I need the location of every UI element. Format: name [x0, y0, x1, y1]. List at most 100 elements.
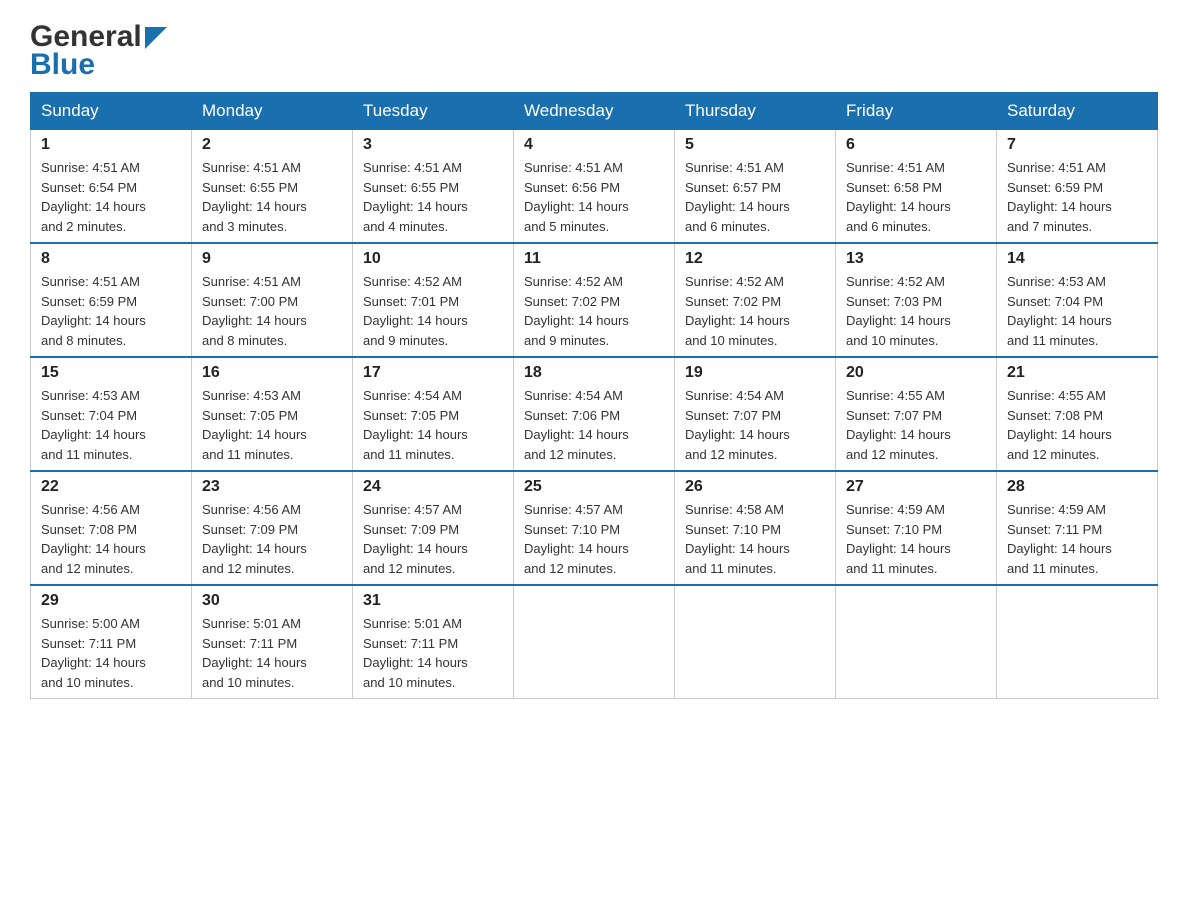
day-info: Sunrise: 4:51 AM Sunset: 6:59 PM Dayligh… — [1007, 158, 1147, 236]
calendar-cell: 13 Sunrise: 4:52 AM Sunset: 7:03 PM Dayl… — [836, 243, 997, 357]
calendar-cell: 25 Sunrise: 4:57 AM Sunset: 7:10 PM Dayl… — [514, 471, 675, 585]
calendar-week-row: 1 Sunrise: 4:51 AM Sunset: 6:54 PM Dayli… — [31, 130, 1158, 244]
calendar-cell: 15 Sunrise: 4:53 AM Sunset: 7:04 PM Dayl… — [31, 357, 192, 471]
weekday-header-thursday: Thursday — [675, 93, 836, 130]
calendar-header-row: SundayMondayTuesdayWednesdayThursdayFrid… — [31, 93, 1158, 130]
calendar-cell — [836, 585, 997, 699]
day-info: Sunrise: 4:51 AM Sunset: 7:00 PM Dayligh… — [202, 272, 342, 350]
day-number: 2 — [202, 136, 342, 154]
day-info: Sunrise: 4:51 AM Sunset: 6:59 PM Dayligh… — [41, 272, 181, 350]
calendar-cell: 14 Sunrise: 4:53 AM Sunset: 7:04 PM Dayl… — [997, 243, 1158, 357]
day-info: Sunrise: 4:53 AM Sunset: 7:04 PM Dayligh… — [41, 386, 181, 464]
calendar-cell: 10 Sunrise: 4:52 AM Sunset: 7:01 PM Dayl… — [353, 243, 514, 357]
day-number: 8 — [41, 250, 181, 268]
calendar-table: SundayMondayTuesdayWednesdayThursdayFrid… — [30, 92, 1158, 699]
day-number: 28 — [1007, 478, 1147, 496]
calendar-cell: 4 Sunrise: 4:51 AM Sunset: 6:56 PM Dayli… — [514, 130, 675, 244]
calendar-cell — [997, 585, 1158, 699]
day-number: 27 — [846, 478, 986, 496]
day-info: Sunrise: 4:52 AM Sunset: 7:03 PM Dayligh… — [846, 272, 986, 350]
day-number: 6 — [846, 136, 986, 154]
day-info: Sunrise: 4:55 AM Sunset: 7:07 PM Dayligh… — [846, 386, 986, 464]
calendar-cell: 19 Sunrise: 4:54 AM Sunset: 7:07 PM Dayl… — [675, 357, 836, 471]
calendar-cell: 23 Sunrise: 4:56 AM Sunset: 7:09 PM Dayl… — [192, 471, 353, 585]
weekday-header-saturday: Saturday — [997, 93, 1158, 130]
calendar-cell: 2 Sunrise: 4:51 AM Sunset: 6:55 PM Dayli… — [192, 130, 353, 244]
day-info: Sunrise: 4:51 AM Sunset: 6:55 PM Dayligh… — [202, 158, 342, 236]
day-info: Sunrise: 4:56 AM Sunset: 7:09 PM Dayligh… — [202, 500, 342, 578]
logo-triangle-icon — [145, 27, 167, 49]
day-number: 21 — [1007, 364, 1147, 382]
day-info: Sunrise: 4:54 AM Sunset: 7:06 PM Dayligh… — [524, 386, 664, 464]
calendar-week-row: 8 Sunrise: 4:51 AM Sunset: 6:59 PM Dayli… — [31, 243, 1158, 357]
calendar-cell: 29 Sunrise: 5:00 AM Sunset: 7:11 PM Dayl… — [31, 585, 192, 699]
day-number: 16 — [202, 364, 342, 382]
calendar-cell: 12 Sunrise: 4:52 AM Sunset: 7:02 PM Dayl… — [675, 243, 836, 357]
day-info: Sunrise: 4:56 AM Sunset: 7:08 PM Dayligh… — [41, 500, 181, 578]
calendar-cell: 20 Sunrise: 4:55 AM Sunset: 7:07 PM Dayl… — [836, 357, 997, 471]
calendar-week-row: 29 Sunrise: 5:00 AM Sunset: 7:11 PM Dayl… — [31, 585, 1158, 699]
day-number: 20 — [846, 364, 986, 382]
calendar-cell: 9 Sunrise: 4:51 AM Sunset: 7:00 PM Dayli… — [192, 243, 353, 357]
day-info: Sunrise: 4:53 AM Sunset: 7:05 PM Dayligh… — [202, 386, 342, 464]
day-info: Sunrise: 4:57 AM Sunset: 7:09 PM Dayligh… — [363, 500, 503, 578]
day-number: 29 — [41, 592, 181, 610]
day-number: 23 — [202, 478, 342, 496]
day-number: 14 — [1007, 250, 1147, 268]
day-number: 19 — [685, 364, 825, 382]
day-number: 5 — [685, 136, 825, 154]
day-info: Sunrise: 4:52 AM Sunset: 7:02 PM Dayligh… — [685, 272, 825, 350]
calendar-cell — [675, 585, 836, 699]
calendar-cell: 6 Sunrise: 4:51 AM Sunset: 6:58 PM Dayli… — [836, 130, 997, 244]
day-number: 30 — [202, 592, 342, 610]
day-info: Sunrise: 4:51 AM Sunset: 6:56 PM Dayligh… — [524, 158, 664, 236]
calendar-cell: 27 Sunrise: 4:59 AM Sunset: 7:10 PM Dayl… — [836, 471, 997, 585]
day-number: 13 — [846, 250, 986, 268]
day-number: 7 — [1007, 136, 1147, 154]
calendar-week-row: 22 Sunrise: 4:56 AM Sunset: 7:08 PM Dayl… — [31, 471, 1158, 585]
weekday-header-sunday: Sunday — [31, 93, 192, 130]
day-info: Sunrise: 4:51 AM Sunset: 6:55 PM Dayligh… — [363, 158, 503, 236]
day-info: Sunrise: 4:58 AM Sunset: 7:10 PM Dayligh… — [685, 500, 825, 578]
calendar-cell: 3 Sunrise: 4:51 AM Sunset: 6:55 PM Dayli… — [353, 130, 514, 244]
logo: General Blue — [30, 20, 167, 82]
calendar-cell: 24 Sunrise: 4:57 AM Sunset: 7:09 PM Dayl… — [353, 471, 514, 585]
day-number: 25 — [524, 478, 664, 496]
day-info: Sunrise: 4:55 AM Sunset: 7:08 PM Dayligh… — [1007, 386, 1147, 464]
day-info: Sunrise: 4:54 AM Sunset: 7:07 PM Dayligh… — [685, 386, 825, 464]
day-info: Sunrise: 4:51 AM Sunset: 6:57 PM Dayligh… — [685, 158, 825, 236]
day-number: 18 — [524, 364, 664, 382]
day-info: Sunrise: 4:52 AM Sunset: 7:01 PM Dayligh… — [363, 272, 503, 350]
calendar-cell: 11 Sunrise: 4:52 AM Sunset: 7:02 PM Dayl… — [514, 243, 675, 357]
calendar-cell: 30 Sunrise: 5:01 AM Sunset: 7:11 PM Dayl… — [192, 585, 353, 699]
weekday-header-monday: Monday — [192, 93, 353, 130]
calendar-cell: 1 Sunrise: 4:51 AM Sunset: 6:54 PM Dayli… — [31, 130, 192, 244]
calendar-cell: 17 Sunrise: 4:54 AM Sunset: 7:05 PM Dayl… — [353, 357, 514, 471]
day-info: Sunrise: 4:52 AM Sunset: 7:02 PM Dayligh… — [524, 272, 664, 350]
day-info: Sunrise: 4:51 AM Sunset: 6:58 PM Dayligh… — [846, 158, 986, 236]
calendar-cell: 28 Sunrise: 4:59 AM Sunset: 7:11 PM Dayl… — [997, 471, 1158, 585]
day-number: 12 — [685, 250, 825, 268]
day-number: 17 — [363, 364, 503, 382]
day-info: Sunrise: 4:54 AM Sunset: 7:05 PM Dayligh… — [363, 386, 503, 464]
logo-blue-text: Blue — [30, 48, 95, 82]
day-number: 26 — [685, 478, 825, 496]
day-number: 9 — [202, 250, 342, 268]
calendar-cell: 16 Sunrise: 4:53 AM Sunset: 7:05 PM Dayl… — [192, 357, 353, 471]
page-header: General Blue — [30, 20, 1158, 82]
calendar-cell: 18 Sunrise: 4:54 AM Sunset: 7:06 PM Dayl… — [514, 357, 675, 471]
weekday-header-wednesday: Wednesday — [514, 93, 675, 130]
day-number: 11 — [524, 250, 664, 268]
calendar-cell: 5 Sunrise: 4:51 AM Sunset: 6:57 PM Dayli… — [675, 130, 836, 244]
calendar-cell: 8 Sunrise: 4:51 AM Sunset: 6:59 PM Dayli… — [31, 243, 192, 357]
day-number: 24 — [363, 478, 503, 496]
day-info: Sunrise: 4:53 AM Sunset: 7:04 PM Dayligh… — [1007, 272, 1147, 350]
day-info: Sunrise: 4:59 AM Sunset: 7:11 PM Dayligh… — [1007, 500, 1147, 578]
day-info: Sunrise: 5:01 AM Sunset: 7:11 PM Dayligh… — [363, 614, 503, 692]
day-number: 31 — [363, 592, 503, 610]
day-number: 4 — [524, 136, 664, 154]
day-number: 22 — [41, 478, 181, 496]
day-info: Sunrise: 4:51 AM Sunset: 6:54 PM Dayligh… — [41, 158, 181, 236]
calendar-cell: 31 Sunrise: 5:01 AM Sunset: 7:11 PM Dayl… — [353, 585, 514, 699]
calendar-cell: 26 Sunrise: 4:58 AM Sunset: 7:10 PM Dayl… — [675, 471, 836, 585]
